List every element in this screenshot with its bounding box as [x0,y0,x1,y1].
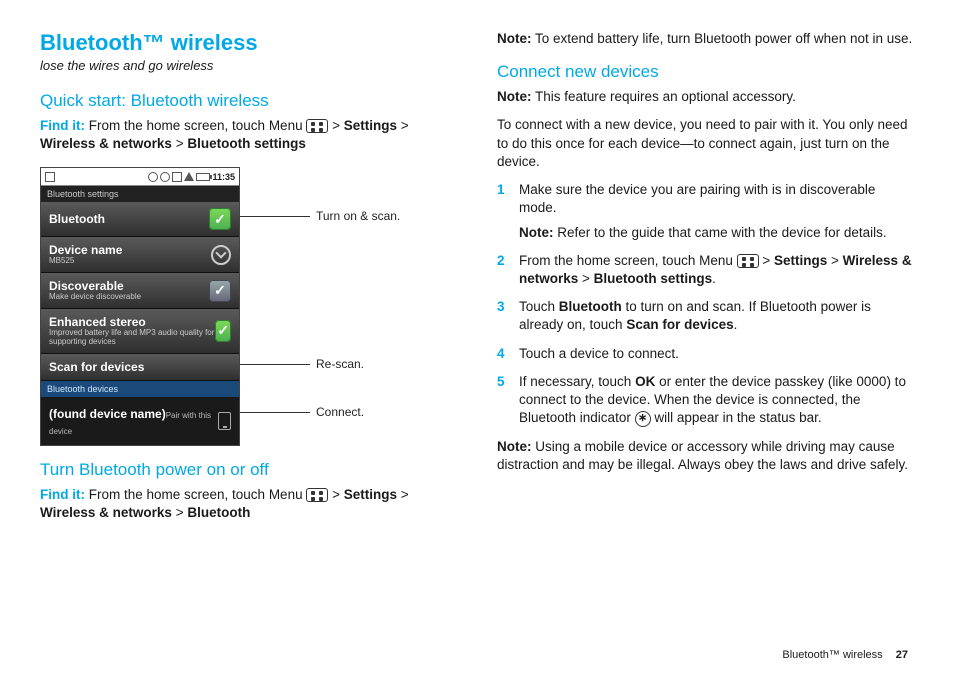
status-time: 11:35 [212,172,235,182]
battery-status-icon [196,173,210,181]
row-title: Scan for devices [49,360,144,374]
wifi-status-icon [160,172,170,182]
page-title: Bluetooth™ wireless [40,30,457,56]
step-3: 3 Touch Bluetooth to turn on and scan. I… [497,298,914,334]
menu-icon [306,488,328,502]
device-title: (found device name) [49,407,166,421]
section-connect-new: Connect new devices [497,62,914,82]
step-text: Touch a device to connect. [519,346,679,361]
findit-path-2: Find it: From the home screen, touch Men… [40,486,457,522]
scan-bold: Scan for devices [626,317,733,332]
path-settings: Settings [344,118,397,133]
note-label: Note: [497,31,532,46]
screen-header: Bluetooth settings [41,186,239,202]
note-label: Note: [497,439,532,454]
note-text: To extend battery life, turn Bluetooth p… [532,31,913,46]
bluetooth-status-icon [148,172,158,182]
path-bt-settings: Bluetooth settings [187,136,306,151]
sep: > [328,118,343,133]
row-bluetooth[interactable]: Bluetooth ✓ [41,202,239,237]
ok-bold: OK [635,374,655,389]
row-enhanced-stereo[interactable]: Enhanced stereoImproved battery life and… [41,309,239,354]
sep: > [827,253,842,268]
findit-label: Find it: [40,487,85,502]
bt-bold: Bluetooth [559,299,622,314]
section-quick-start: Quick start: Bluetooth wireless [40,91,457,111]
step-text: will appear in the status bar. [651,410,822,425]
status-icon [45,172,55,182]
sep: > [578,271,593,286]
path-settings: Settings [344,487,397,502]
sep: > [172,505,187,520]
callout-connect: Connect. [240,405,364,419]
row-found-device[interactable]: (found device name)Pair with this device [41,397,239,445]
step-text: Make sure the device you are pairing wit… [519,182,875,215]
row-discoverable[interactable]: DiscoverableMake device discoverable ✓ [41,273,239,309]
menu-icon [306,119,328,133]
expand-icon[interactable] [211,245,231,265]
row-title: Discoverable [49,279,141,293]
section-turn-on-off: Turn Bluetooth power on or off [40,460,457,480]
sep: > [328,487,343,502]
path-bluetooth: Bluetooth [187,505,250,520]
findit-text: From the home screen, touch Menu [85,118,306,133]
sep: > [397,118,409,133]
note-text: Using a mobile device or accessory while… [497,439,908,472]
row-title: Bluetooth [49,212,105,226]
phone-screenshot: 11:35 Bluetooth settings Bluetooth ✓ Dev… [40,167,240,445]
device-icon [218,412,231,430]
findit-text: From the home screen, touch Menu [85,487,306,502]
sim-status-icon [172,172,182,182]
page-footer: Bluetooth™ wireless 27 [782,649,908,661]
steps-list: 1 Make sure the device you are pairing w… [497,181,914,427]
row-device-name[interactable]: Device nameMB525 [41,237,239,273]
row-scan[interactable]: Scan for devices [41,354,239,381]
note-label: Note: [497,89,532,104]
row-sub: MB525 [49,257,122,266]
sep: > [759,253,774,268]
row-title: Device name [49,243,122,257]
step-text: If necessary, touch [519,374,635,389]
step-5: 5 If necessary, touch OK or enter the de… [497,373,914,428]
signal-status-icon [184,172,194,181]
path-settings: Settings [774,253,827,268]
sep: > [397,487,409,502]
sep: > [172,136,187,151]
row-title: Enhanced stereo [49,315,215,329]
devices-header: Bluetooth devices [41,381,239,397]
step-text: From the home screen, touch Menu [519,253,737,268]
row-sub: Make device discoverable [49,293,141,302]
menu-icon [737,254,759,268]
step-1: 1 Make sure the device you are pairing w… [497,181,914,242]
step-2: 2 From the home screen, touch Menu > Set… [497,252,914,288]
path-wireless: Wireless & networks [40,136,172,151]
status-bar: 11:35 [41,168,239,186]
note-battery: Note: To extend battery life, turn Bluet… [497,30,914,48]
path-wireless: Wireless & networks [40,505,172,520]
findit-label: Find it: [40,118,85,133]
path-bt-settings: Bluetooth settings [594,271,713,286]
note-text: Refer to the guide that came with the de… [554,225,887,240]
callout-turn-on: Turn on & scan. [240,209,400,223]
note-text: This feature requires an optional access… [532,89,796,104]
note-driving: Note: Using a mobile device or accessory… [497,438,914,474]
callout-rescan: Re-scan. [240,357,364,371]
bluetooth-indicator-icon: ∗ [635,411,651,427]
findit-path-1: Find it: From the home screen, touch Men… [40,117,457,153]
checkbox-on-icon[interactable]: ✓ [215,320,231,342]
row-sub: Improved battery life and MP3 audio qual… [49,329,215,347]
checkbox-on-icon[interactable]: ✓ [209,208,231,230]
connect-intro: To connect with a new device, you need t… [497,116,914,171]
checkbox-off-icon[interactable]: ✓ [209,280,231,302]
step-4: 4 Touch a device to connect. [497,345,914,363]
footer-label: Bluetooth™ wireless [782,649,882,661]
page-subtitle: lose the wires and go wireless [40,58,457,73]
note-label: Note: [519,225,554,240]
note-accessory: Note: This feature requires an optional … [497,88,914,106]
step-text: Touch [519,299,559,314]
page-number: 27 [896,649,908,661]
